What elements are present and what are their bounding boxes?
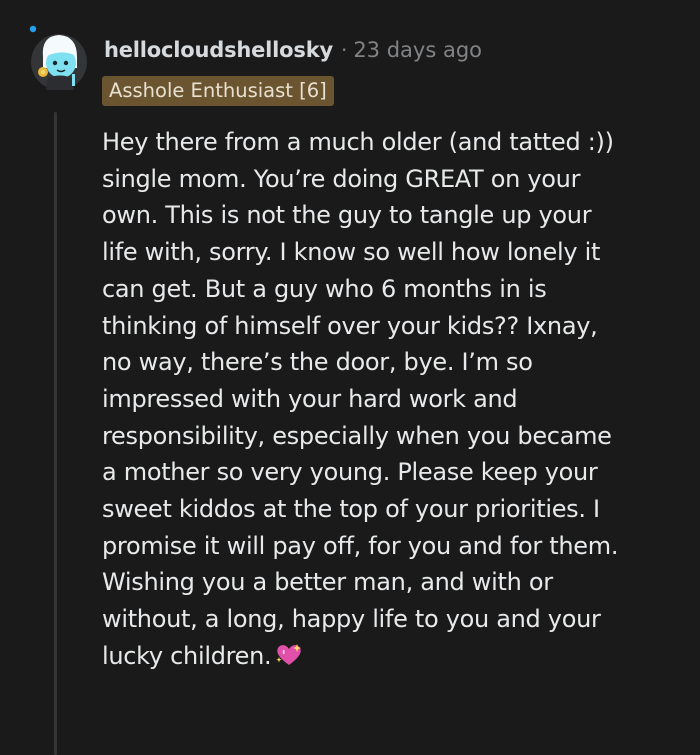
body-line: without, a long, happy life to you and y…: [102, 605, 601, 634]
body-line-text: lucky children.: [102, 641, 272, 670]
body-line: thinking of himself over your kids?? Ixn…: [102, 311, 598, 340]
body-line: single mom. You’re doing GREAT on your: [102, 164, 581, 193]
body-line: impressed with your hard work and: [102, 384, 518, 413]
body-line-last: lucky children.: [102, 638, 682, 678]
comment-body: Hey there from a much older (and tatted …: [102, 124, 682, 678]
avatar[interactable]: [26, 24, 88, 92]
body-line: own. This is not the guy to tangle up yo…: [102, 201, 592, 230]
body-line: a mother so very young. Please keep your: [102, 458, 598, 487]
body-line: life with, sorry. I know so well how lon…: [102, 238, 601, 267]
body-line: can get. But a guy who 6 months in is: [102, 274, 547, 303]
thread-line[interactable]: [54, 112, 57, 755]
user-flair: Asshole Enthusiast [6]: [102, 76, 334, 106]
separator-dot: ·: [340, 38, 348, 62]
sparkling-heart-icon: [275, 641, 303, 678]
timestamp[interactable]: 23 days ago: [353, 38, 482, 62]
body-line: Wishing you a better man, and with or: [102, 568, 553, 597]
comment-header: hellocloudshellosky · 23 days ago: [104, 34, 482, 66]
body-line: no way, there’s the door, bye. I’m so: [102, 348, 533, 377]
body-line: promise it will pay off, for you and for…: [102, 531, 619, 560]
username[interactable]: hellocloudshellosky: [104, 38, 333, 62]
avatar-image: [29, 25, 87, 90]
body-line: Hey there from a much older (and tatted …: [102, 128, 614, 156]
body-line: sweet kiddos at the top of your prioriti…: [102, 495, 600, 524]
body-line: responsibility, especially when you beca…: [102, 421, 612, 450]
